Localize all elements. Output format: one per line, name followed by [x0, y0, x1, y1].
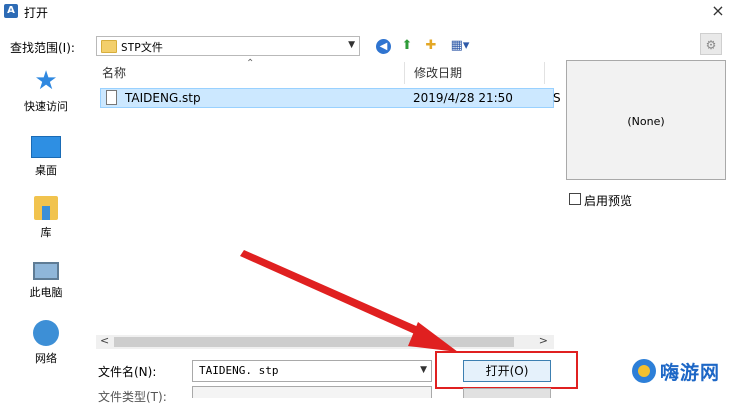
watermark-text: 嗨游网	[660, 362, 721, 384]
watermark: 嗨游网	[632, 356, 732, 386]
annotation-arrow	[240, 250, 458, 352]
watermark-logo-icon	[632, 359, 656, 383]
arrow-shaft	[240, 250, 432, 340]
